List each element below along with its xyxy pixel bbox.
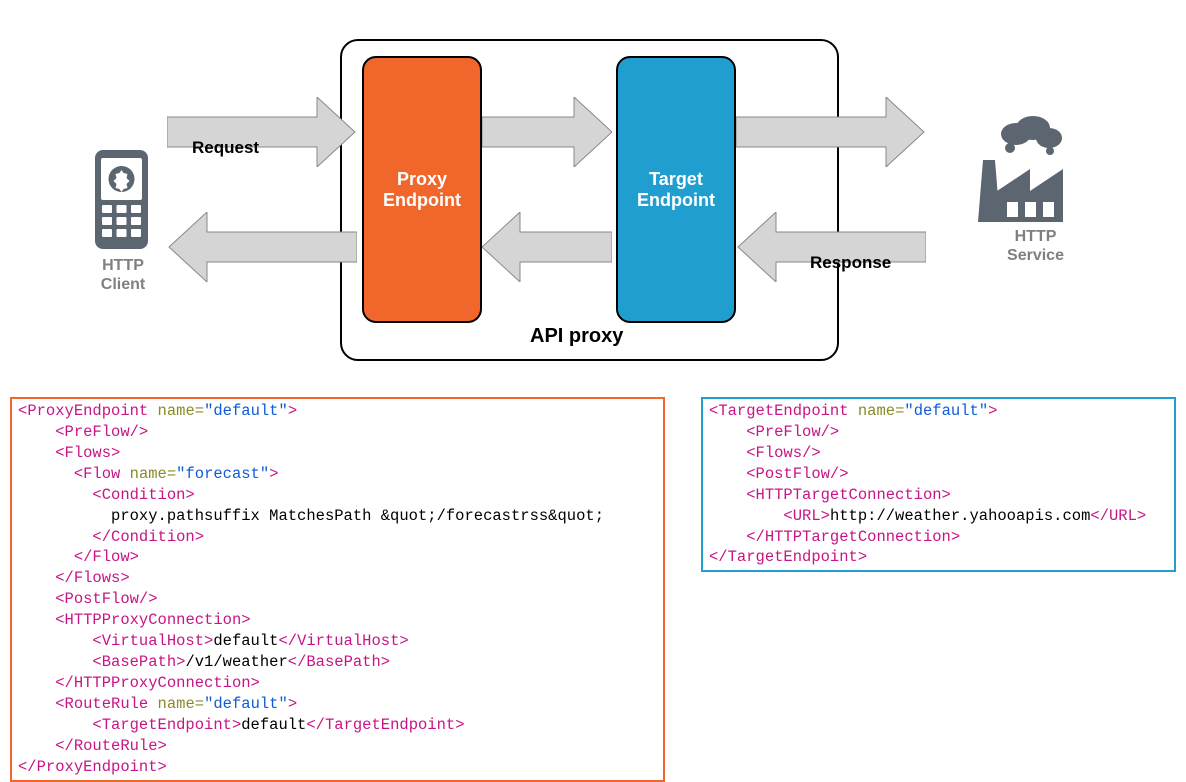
proxy-endpoint-xml: <ProxyEndpoint name="default"> <PreFlow/… [10, 397, 665, 782]
code-area: <ProxyEndpoint name="default"> <PreFlow/… [10, 397, 1176, 782]
target-endpoint-label: TargetEndpoint [637, 169, 715, 211]
proxy-endpoint-label: ProxyEndpoint [383, 169, 461, 211]
request-label: Request [192, 138, 259, 158]
proxy-endpoint-box: ProxyEndpoint [362, 56, 482, 323]
response-label: Response [810, 253, 891, 273]
http-service-label: HTTPService [1003, 227, 1068, 265]
target-endpoint-xml: <TargetEndpoint name="default"> <PreFlow… [701, 397, 1176, 572]
api-proxy-diagram: HTTPClient HTTPService API proxy ProxyEn… [0, 0, 1186, 390]
arrow-proxy-to-target [482, 97, 612, 167]
api-proxy-label: API proxy [530, 325, 623, 348]
target-endpoint-box: TargetEndpoint [616, 56, 736, 323]
phone-icon [93, 148, 150, 256]
arrow-return-client [167, 212, 357, 282]
arrow-target-to-service [736, 97, 926, 167]
factory-icon [970, 114, 1090, 229]
http-client-label: HTTPClient [95, 256, 151, 294]
arrow-target-to-proxy [482, 212, 612, 282]
